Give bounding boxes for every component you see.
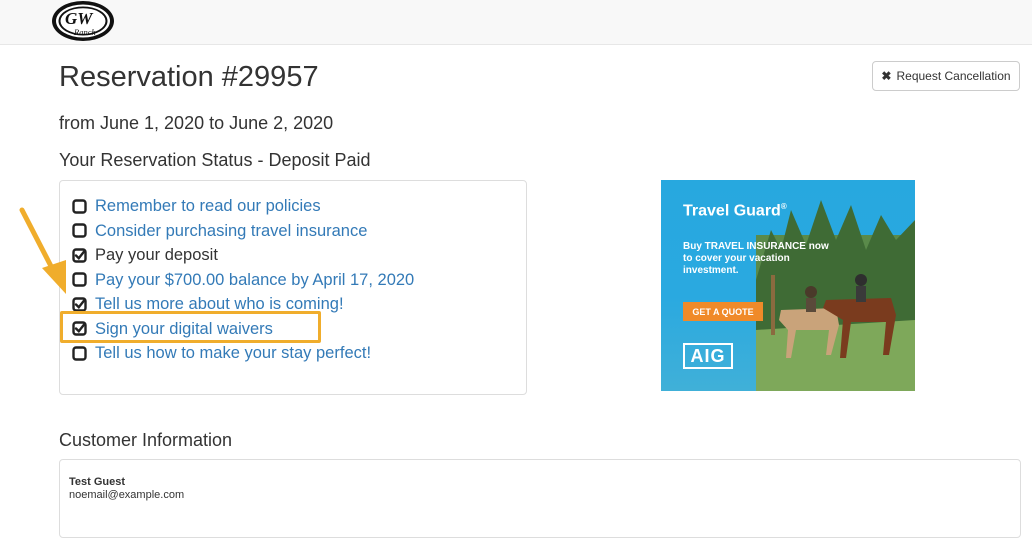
checklist-item-link[interactable]: Tell us how to make your stay perfect! — [95, 343, 371, 363]
request-cancellation-button[interactable]: ✖ Request Cancellation — [872, 61, 1020, 91]
travel-insurance-ad-banner[interactable]: Travel Guard® Buy TRAVEL INSURANCE now t… — [661, 180, 915, 391]
checklist-item[interactable]: Tell us more about who is coming! — [72, 292, 414, 317]
checklist-item[interactable]: Sign your digital waivers — [72, 317, 414, 342]
checklist-item[interactable]: Pay your $700.00 balance by April 17, 20… — [72, 268, 414, 293]
svg-text:Ranch: Ranch — [73, 27, 96, 37]
checklist-item-link[interactable]: Remember to read our policies — [95, 196, 321, 216]
customer-name: Test Guest — [69, 476, 126, 488]
aig-logo: AIG — [683, 343, 733, 369]
ad-get-quote-button[interactable]: GET A QUOTE — [683, 302, 763, 321]
gw-ranch-logo-icon: GW Ranch — [52, 1, 114, 41]
page-title: Reservation #29957 — [59, 61, 319, 93]
checklist-item-label: Pay your deposit — [95, 246, 218, 265]
checklist-item-link[interactable]: Consider purchasing travel insurance — [95, 221, 367, 241]
checklist-item: Pay your deposit — [72, 243, 414, 268]
checklist-item-link[interactable]: Sign your digital waivers — [95, 319, 273, 339]
reservation-status-heading: Your Reservation Status - Deposit Paid — [59, 150, 371, 170]
times-icon: ✖ — [881, 69, 892, 83]
checked-checkbox-icon — [72, 321, 87, 336]
annotation-arrow-icon — [19, 207, 66, 294]
checklist-item-link[interactable]: Pay your $700.00 balance by April 17, 20… — [95, 270, 414, 290]
checklist-item[interactable]: Consider purchasing travel insurance — [72, 219, 414, 244]
ad-tagline: Buy TRAVEL INSURANCE now to cover your v… — [683, 241, 829, 276]
logo-text: GW Ranch — [118, 0, 119, 1]
reservation-checklist: Remember to read our policies Consider pu… — [72, 194, 414, 366]
top-navbar: GW Ranch GW Ranch — [0, 0, 1032, 45]
customer-info-heading: Customer Information — [59, 430, 233, 450]
ad-brand-name: Travel Guard® — [683, 202, 787, 220]
gw-ranch-logo[interactable]: GW Ranch GW Ranch — [52, 0, 118, 44]
customer-info-panel: Test Guest noemail@example.com — [59, 459, 1021, 538]
reservation-checklist-panel: Remember to read our policies Consider pu… — [59, 180, 527, 395]
ad-brand-mark: ® — [780, 202, 787, 211]
reservation-date-range: from June 1, 2020 to June 2, 2020 — [59, 113, 334, 133]
checklist-item[interactable]: Remember to read our policies — [72, 194, 414, 219]
checklist-item[interactable]: Tell us how to make your stay perfect! — [72, 341, 414, 366]
checked-checkbox-icon — [72, 297, 87, 312]
customer-email: noemail@example.com — [69, 489, 185, 501]
unchecked-checkbox-icon — [72, 346, 87, 361]
ad-brand-text: Travel Guard — [683, 202, 781, 220]
request-cancellation-label: Request Cancellation — [896, 69, 1011, 83]
checklist-item-link[interactable]: Tell us more about who is coming! — [95, 294, 344, 314]
svg-text:GW: GW — [65, 9, 94, 28]
